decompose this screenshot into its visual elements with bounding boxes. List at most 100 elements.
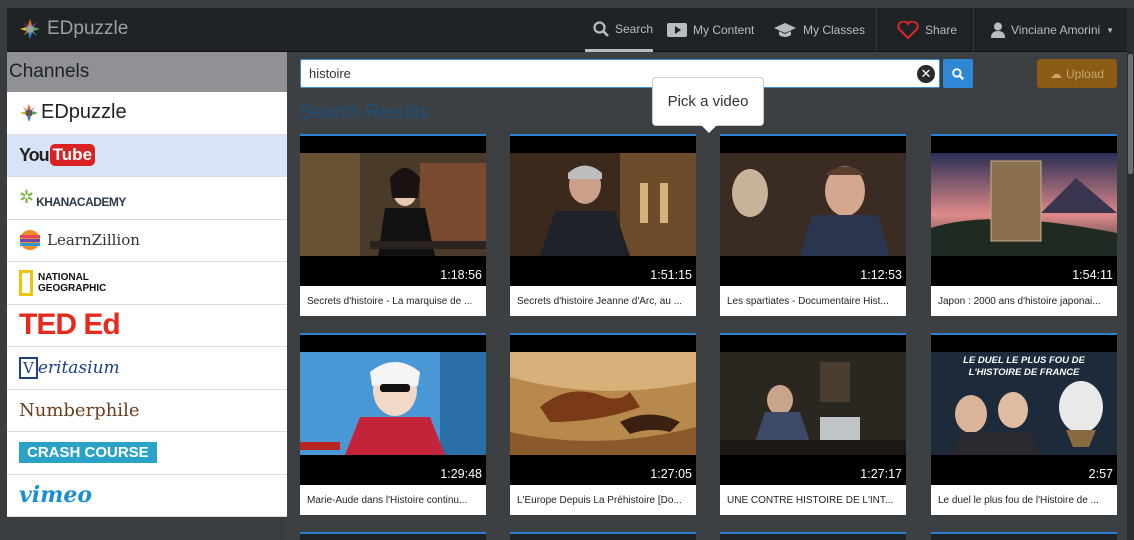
channel-khanacademy[interactable]: ✲ KHANACADEMY [7,177,287,220]
video-title: L'Europe Depuis La Préhistoire [Do... [517,495,682,506]
youtube-logo: You [19,144,50,165]
channel-label: Numberphile [19,399,140,421]
video-thumbnail: LE DUEL LE PLUS FOU DE L'HISTOIRE DE FRA… [931,335,1117,485]
video-card[interactable]: 1:51:15 Secrets d'histoire Jeanne d'Arc,… [510,134,696,316]
video-card[interactable]: 1:27:05 L'Europe Depuis La Préhistoire [… [510,333,696,515]
video-thumbnail: 1:54:11 [931,136,1117,286]
brand-logo[interactable]: EDpuzzle [19,18,128,40]
video-thumbnail: 1:18:56 [300,136,486,286]
close-icon: ✕ [920,66,932,81]
video-title: UNE CONTRE HISTOIRE DE L'INT... [727,495,894,506]
video-thumbnail: 1:27:05 [510,335,696,485]
channel-ted-ed[interactable]: TED Ed [7,304,287,347]
cloud-upload-icon: ☁ [1049,66,1062,81]
video-card[interactable]: 1:18:56 Secrets d'histoire - La marquise… [300,134,486,316]
video-duration: 1:27:05 [650,467,692,481]
user-menu[interactable]: Vinciane Amorini ▼ [991,8,1114,52]
nav-divider [973,8,974,52]
youtube-logo-tube: Tube [49,144,96,167]
video-duration: 1:12:53 [860,268,902,282]
veritasium-v-icon: V [19,356,38,379]
video-card-partial[interactable] [300,532,486,540]
puzzle-logo-icon [19,103,39,122]
channels-title: Channels [7,52,287,92]
nav-my-content-label: My Content [693,23,755,37]
channel-youtube[interactable]: You Tube [7,134,287,177]
video-card-partial[interactable] [510,532,696,540]
video-title: Secrets d'histoire - La marquise de ... [307,296,473,307]
video-card-partial[interactable] [931,532,1117,540]
search-icon [593,20,609,37]
nav-my-classes[interactable]: My Classes [773,8,865,52]
channel-learnzillion[interactable]: LearnZillion [7,219,287,262]
nav-share-label: Share [925,23,958,37]
video-title: Les spartiates - Documentaire Hist... [727,296,889,307]
channel-label: TED Ed [19,308,121,342]
search-button[interactable] [943,59,973,88]
nav-divider [876,8,877,52]
video-icon [667,23,687,37]
pick-video-tooltip: Pick a video [652,77,764,133]
channels-sidebar: Channels EDpuzzle You Tube ✲ KHANACADEMY… [7,52,287,540]
user-icon [991,22,1005,38]
channel-national-geographic[interactable]: NATIONAL GEOGRAPHIC [7,262,287,305]
search-results-title: Search Results [300,102,429,123]
upload-button[interactable]: ☁ Upload [1037,59,1117,88]
channel-label: CRASH COURSE [19,442,157,464]
learnzillion-logo-icon [20,230,40,251]
video-duration: 1:18:56 [440,268,482,282]
caret-down-icon: ▼ [1106,25,1115,35]
channel-crash-course[interactable]: CRASH COURSE [7,432,287,475]
video-duration: 1:27:17 [860,467,902,481]
search-input[interactable]: histoire [300,59,940,88]
tree-icon: ✲ [19,187,35,208]
clear-search-button[interactable]: ✕ [917,65,935,83]
video-duration: 1:54:11 [1072,268,1113,282]
channel-label: NATIONAL GEOGRAPHIC [38,271,107,294]
video-card[interactable]: LE DUEL LE PLUS FOU DE L'HISTOIRE DE FRA… [931,333,1117,515]
natgeo-frame-icon [19,269,33,296]
video-card[interactable]: 1:29:48 Marie-Aude dans l'Histoire conti… [300,333,486,515]
nav-my-content[interactable]: My Content [667,8,754,52]
video-thumbnail: 1:29:48 [300,335,486,485]
nav-share[interactable]: Share [897,8,957,52]
video-card[interactable]: 1:12:53 Les spartiates - Documentaire Hi… [720,134,906,316]
video-duration: 1:29:48 [440,467,482,481]
heart-icon [897,21,919,39]
video-title: Marie-Aude dans l'Histoire continu... [307,495,468,506]
channel-numberphile[interactable]: Numberphile [7,389,287,432]
upload-label: Upload [1065,66,1105,81]
top-navbar: EDpuzzle Search My Content My Classes Sh… [7,8,1127,52]
channel-label: LearnZillion [47,231,140,250]
brand-name: EDpuzzle [47,18,129,39]
channel-label: EDpuzzle [41,101,127,124]
nav-my-classes-label: My Classes [803,23,866,37]
channel-veritasium[interactable]: V eritasium [7,347,287,390]
nav-search-label: Search [615,21,654,36]
video-title: Le duel le plus fou de l'Histoire de ... [938,495,1099,506]
channel-label: eritasium [37,357,120,378]
search-input-value: histoire [309,66,351,81]
video-thumbnail: 1:51:15 [510,136,696,286]
main-panel: histoire ✕ ☁ Upload Search Results 1:18:… [287,52,1127,540]
channel-vimeo[interactable]: vimeo [7,474,287,517]
video-duration: 1:51:15 [650,268,692,282]
channel-label: KHANACADEMY [36,194,126,209]
channel-edpuzzle[interactable]: EDpuzzle [7,92,287,135]
video-duration: 2:57 [1088,467,1113,481]
video-title: Secrets d'histoire Jeanne d'Arc, au ... [517,296,683,307]
video-card[interactable]: 1:27:17 UNE CONTRE HISTOIRE DE L'INT... [720,333,906,515]
scrollbar-thumb[interactable] [1128,54,1133,174]
channel-label: vimeo [19,482,93,509]
nav-search[interactable]: Search [585,8,653,52]
video-title: Japon : 2000 ans d'histoire japonai... [938,296,1101,307]
video-card[interactable]: 1:54:11 Japon : 2000 ans d'histoire japo… [931,134,1117,316]
thumbnail-caption: LE DUEL LE PLUS FOU DE L'HISTOIRE DE FRA… [963,355,1085,378]
video-thumbnail: 1:12:53 [720,136,906,286]
puzzle-logo-icon [20,19,40,39]
video-thumbnail: 1:27:17 [720,335,906,485]
graduation-cap-icon [773,22,797,38]
user-name: Vinciane Amorini [1011,23,1101,37]
search-icon [952,67,964,80]
video-card-partial[interactable] [720,532,906,540]
